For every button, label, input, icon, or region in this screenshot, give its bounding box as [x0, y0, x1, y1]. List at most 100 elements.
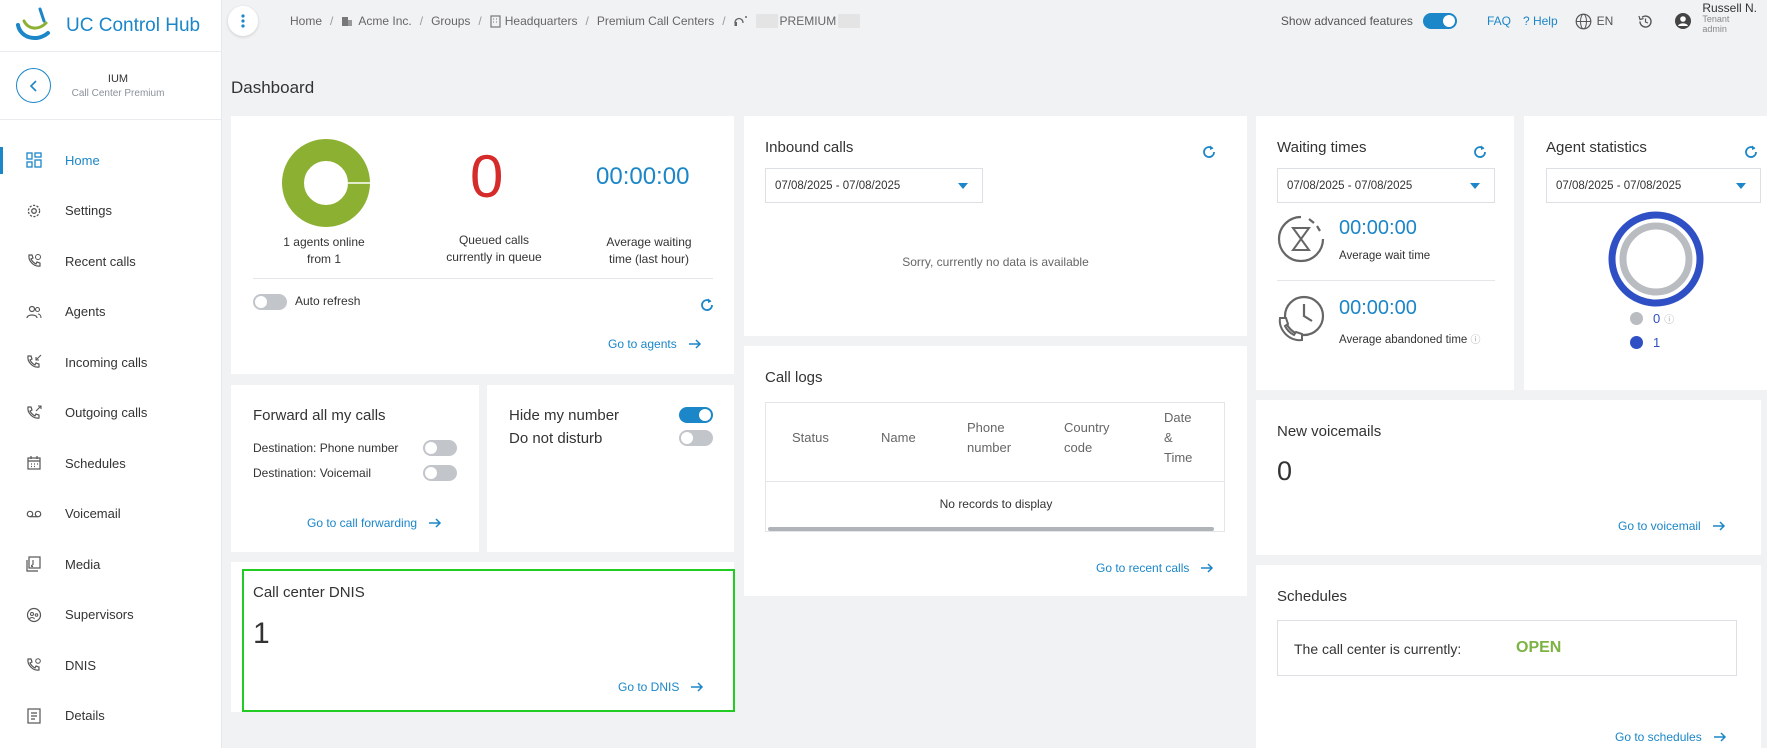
sidebar-nav: Home Settings Recent calls Agents Incomi… — [0, 135, 221, 741]
menu-button[interactable] — [228, 6, 258, 36]
go-to-voicemail-link[interactable]: Go to voicemail — [1618, 519, 1726, 533]
gear-icon — [27, 204, 41, 217]
breadcrumb-service[interactable]: Premium Call Centers — [597, 14, 714, 28]
arrow-right-icon — [688, 339, 701, 349]
phone-clock-icon — [1278, 295, 1325, 342]
waiting-date-range-select[interactable]: 07/08/2025 - 07/08/2025 — [1277, 168, 1495, 203]
refresh-icon[interactable] — [1472, 144, 1488, 160]
inbound-date-range-select[interactable]: 07/08/2025 - 07/08/2025 — [765, 168, 983, 203]
sidebar-item-label: Home — [65, 152, 100, 168]
history-button[interactable] — [1637, 13, 1654, 30]
horizontal-scrollbar[interactable] — [768, 527, 1214, 531]
breadcrumb: Home / Acme Inc. / Groups / Headquarters… — [290, 14, 862, 28]
context-subtitle: Call Center Premium — [71, 87, 165, 99]
info-icon[interactable]: ⓘ — [1664, 311, 1674, 326]
sidebar-item-label: Voicemail — [65, 506, 121, 522]
sidebar-item-incoming-calls[interactable]: Incoming calls — [0, 337, 221, 388]
sidebar-item-dnis[interactable]: DNIS — [0, 640, 221, 691]
sidebar-item-outgoing-calls[interactable]: Outgoing calls — [0, 388, 221, 439]
header-line: number — [967, 440, 1012, 455]
agent-stats-inner-ring — [1619, 222, 1693, 296]
voicemails-value: 0 — [1277, 456, 1293, 486]
breadcrumb-home[interactable]: Home — [290, 14, 322, 28]
user-info[interactable]: Russell N. Tenant admin — [1702, 1, 1757, 35]
agent-stats-date-range-select[interactable]: 07/08/2025 - 07/08/2025 — [1546, 168, 1761, 203]
language-selector[interactable]: EN — [1575, 13, 1613, 30]
refresh-icon[interactable] — [1743, 144, 1759, 160]
sidebar-item-supervisors[interactable]: Supervisors — [0, 590, 221, 641]
sidebar-item-media[interactable]: Media — [0, 539, 221, 590]
go-to-agents-link[interactable]: Go to agents — [608, 337, 702, 351]
divider — [1277, 280, 1495, 281]
info-icon[interactable]: ⓘ — [1471, 335, 1481, 346]
go-to-recent-calls-link[interactable]: Go to recent calls — [1096, 561, 1214, 575]
supervisor-icon — [26, 607, 42, 622]
header-line: & — [1164, 430, 1173, 445]
back-button[interactable] — [16, 68, 51, 103]
destination-voicemail-toggle[interactable] — [423, 465, 457, 481]
destination-phone-toggle[interactable] — [423, 440, 457, 456]
inbound-empty-message: Sorry, currently no data is available — [902, 255, 1089, 269]
schedules-card: Schedules The call center is currently: … — [1256, 565, 1761, 748]
breadcrumb-tenant-label: Acme Inc. — [358, 14, 412, 28]
sidebar-item-schedules[interactable]: Schedules — [0, 438, 221, 489]
destination-voicemail-label: Destination: Voicemail — [253, 466, 372, 480]
go-to-call-forwarding-label: Go to call forwarding — [307, 516, 418, 530]
queued-calls-value: 0 — [470, 143, 504, 210]
sidebar-item-recent-calls[interactable]: Recent calls — [0, 236, 221, 287]
column-header-date-time[interactable]: Date & Time — [1164, 408, 1192, 468]
sidebar-item-settings[interactable]: Settings — [0, 186, 221, 237]
arrow-right-icon — [1201, 563, 1214, 573]
breadcrumb-group-label: Headquarters — [504, 14, 578, 28]
hide-number-toggle[interactable] — [679, 407, 713, 423]
breadcrumb-current[interactable]: PREMIUM — [733, 14, 863, 28]
kebab-icon — [241, 14, 245, 28]
go-to-call-forwarding-link[interactable]: Go to call forwarding — [307, 516, 442, 530]
context-header: IUM Call Center Premium — [0, 52, 221, 120]
breadcrumb-group[interactable]: Headquarters — [490, 14, 578, 28]
auto-refresh-toggle[interactable] — [253, 294, 287, 310]
legend-value: 1 — [1653, 335, 1661, 350]
arrow-right-icon — [1713, 732, 1726, 742]
advanced-features-toggle[interactable] — [1422, 13, 1457, 29]
avg-wait-value: 00:00:00 — [1339, 217, 1417, 239]
user-role: admin — [1702, 23, 1727, 34]
sidebar-item-agents[interactable]: Agents — [0, 287, 221, 338]
sidebar-item-voicemail[interactable]: Voicemail — [0, 489, 221, 540]
top-bar: Home / Acme Inc. / Groups / Headquarters… — [222, 0, 1767, 42]
faq-link[interactable]: FAQ — [1487, 14, 1511, 28]
page-title: Dashboard — [231, 78, 315, 97]
avg-waiting-line: Average waiting — [606, 235, 692, 249]
user-icon — [1675, 13, 1692, 29]
help-link[interactable]: ? Help — [1523, 14, 1558, 28]
waiting-times-card: Waiting times 07/08/2025 - 07/08/2025 00… — [1256, 116, 1514, 390]
column-header-country[interactable]: Country code — [1064, 418, 1110, 458]
arrow-right-icon — [429, 518, 442, 528]
column-header-status[interactable]: Status — [792, 428, 829, 448]
sidebar-item-home[interactable]: Home — [0, 135, 221, 186]
breadcrumb-tenant[interactable]: Acme Inc. — [341, 14, 412, 28]
column-header-name[interactable]: Name — [881, 428, 916, 448]
sidebar-item-label: Schedules — [65, 455, 126, 471]
voicemail-icon — [26, 510, 42, 518]
agents-online-caption: 1 agents online from 1 — [259, 234, 389, 268]
column-header-phone[interactable]: Phone number — [967, 418, 1011, 458]
refresh-icon[interactable] — [1201, 144, 1217, 160]
dnd-toggle[interactable] — [679, 430, 713, 446]
breadcrumb-groups[interactable]: Groups — [431, 14, 470, 28]
agent-stats-donut-chart — [1608, 211, 1704, 307]
agent-stats-date-range-value: 07/08/2025 - 07/08/2025 — [1556, 179, 1682, 192]
sidebar-item-details[interactable]: Details — [0, 691, 221, 742]
brand[interactable]: UC Control Hub — [0, 0, 221, 52]
app-name: UC Control Hub — [66, 14, 201, 36]
brand-logo-icon — [14, 7, 56, 45]
go-to-schedules-link[interactable]: Go to schedules — [1615, 730, 1727, 744]
inbound-calls-card: Inbound calls 07/08/2025 - 07/08/2025 So… — [744, 116, 1247, 336]
header-line: Country — [1064, 420, 1110, 435]
waiting-times-title: Waiting times — [1277, 139, 1367, 156]
schedule-status-label: The call center is currently: — [1294, 641, 1462, 657]
avg-waiting-line: time (last hour) — [608, 252, 690, 266]
header-line: Date — [1164, 410, 1192, 425]
refresh-icon[interactable] — [699, 297, 715, 313]
user-avatar[interactable] — [1674, 12, 1692, 30]
